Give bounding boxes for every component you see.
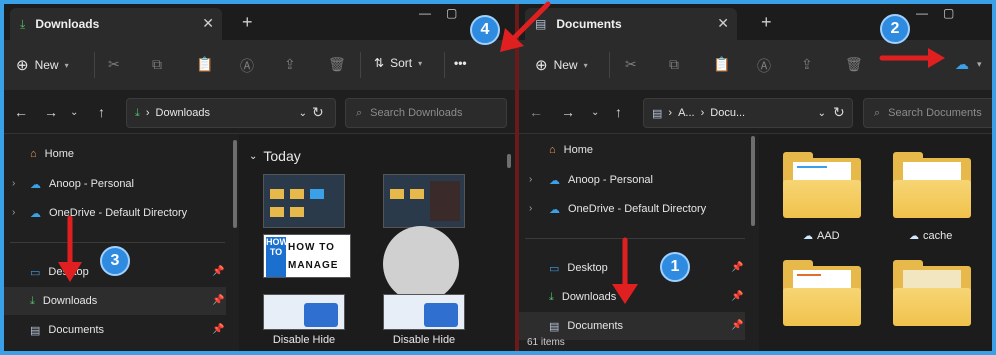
arrowhead-2 [928, 48, 945, 68]
arrow-4 [509, 1, 551, 43]
step-badge-1: 1 [660, 252, 690, 282]
step-badge-3: 3 [100, 246, 130, 276]
step-badge-2: 2 [880, 14, 910, 44]
arrowhead-3 [58, 262, 82, 282]
step-badge-4: 4 [470, 15, 500, 45]
annotation-arrows [58, 1, 945, 304]
arrowhead-1 [612, 284, 638, 304]
